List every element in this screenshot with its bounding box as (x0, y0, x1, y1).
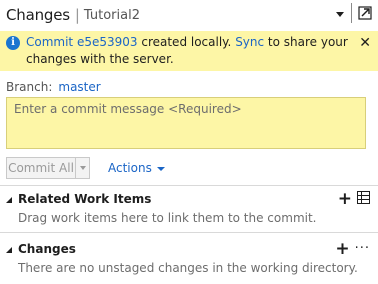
commit-link[interactable]: Commit e5e53903 (26, 35, 138, 49)
commit-dropdown-icon[interactable] (76, 166, 89, 170)
collapse-triangle-icon[interactable] (6, 197, 12, 203)
add-icon[interactable]: + (338, 190, 352, 208)
page-title: Changes (6, 6, 70, 24)
section-header[interactable]: Related Work Items + (0, 190, 378, 208)
chevron-down-icon (156, 166, 165, 171)
toolbar-divider (351, 3, 352, 23)
title-separator: | (74, 6, 80, 24)
dropdown-icon[interactable] (336, 11, 344, 17)
more-icon[interactable]: ··· (355, 242, 370, 256)
branch-row: Branch: master (6, 80, 101, 94)
section-description: Drag work items here to link them to the… (18, 211, 317, 225)
section-header[interactable]: Changes + ··· (0, 240, 378, 258)
section-tools: + ··· (335, 240, 370, 258)
add-icon[interactable]: + (335, 240, 349, 258)
info-text-1: created locally. (137, 35, 236, 49)
section-title: Changes (18, 242, 76, 256)
section-description: There are no unstaged changes in the wor… (18, 261, 358, 275)
commit-message-input[interactable]: Enter a commit message <Required> (6, 97, 366, 149)
commit-all-label: Commit All (8, 161, 74, 175)
info-bar: i Commit e5e53903 created locally. Sync … (0, 31, 378, 71)
commit-actions-row: Commit All Actions (6, 157, 165, 179)
title-tools (336, 3, 374, 23)
sync-link[interactable]: Sync (235, 35, 264, 49)
section-tools: + (338, 190, 370, 208)
divider (0, 232, 378, 233)
title-bar: Changes | Tutorial2 (0, 0, 378, 30)
section-title: Related Work Items (18, 192, 152, 206)
commit-all-button[interactable]: Commit All (6, 157, 90, 179)
grid-icon[interactable] (357, 191, 370, 207)
repository-name: Tutorial2 (83, 7, 140, 23)
branch-link[interactable]: master (58, 80, 100, 94)
popout-icon[interactable] (356, 3, 374, 23)
actions-menu[interactable]: Actions (108, 161, 165, 175)
collapse-triangle-icon[interactable] (6, 247, 12, 253)
info-icon: i (6, 36, 20, 50)
divider (0, 185, 378, 186)
branch-label: Branch: (6, 80, 53, 94)
close-icon[interactable]: ✕ (359, 35, 371, 52)
related-work-items-section: Related Work Items + Drag work items her… (0, 190, 378, 225)
actions-label: Actions (108, 161, 152, 175)
changes-section: Changes + ··· There are no unstaged chan… (0, 240, 378, 275)
